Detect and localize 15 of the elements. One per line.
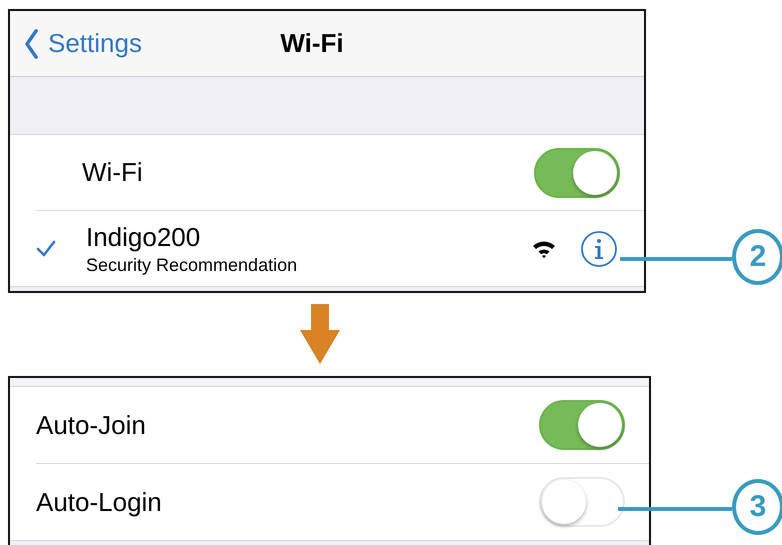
back-chevron-icon [24, 28, 40, 59]
wifi-signal-icon [532, 238, 556, 258]
setting-label: Auto-Join [36, 410, 147, 440]
toggle-switch[interactable] [539, 400, 625, 450]
screen-title: Wi-Fi [280, 28, 344, 60]
back-button[interactable]: Settings [24, 28, 142, 60]
info-icon[interactable] [580, 230, 618, 268]
down-arrow-icon [300, 304, 340, 364]
step-number: 2 [732, 229, 782, 285]
network-subtitle: Security Recommendation [86, 254, 298, 276]
setting-label: Wi-Fi [81, 157, 144, 188]
setting-label: Auto-Login [36, 486, 163, 518]
network-name: Indigo200 [86, 222, 202, 252]
toggle-switch[interactable] [534, 148, 620, 198]
step-number: 3 [732, 479, 782, 535]
